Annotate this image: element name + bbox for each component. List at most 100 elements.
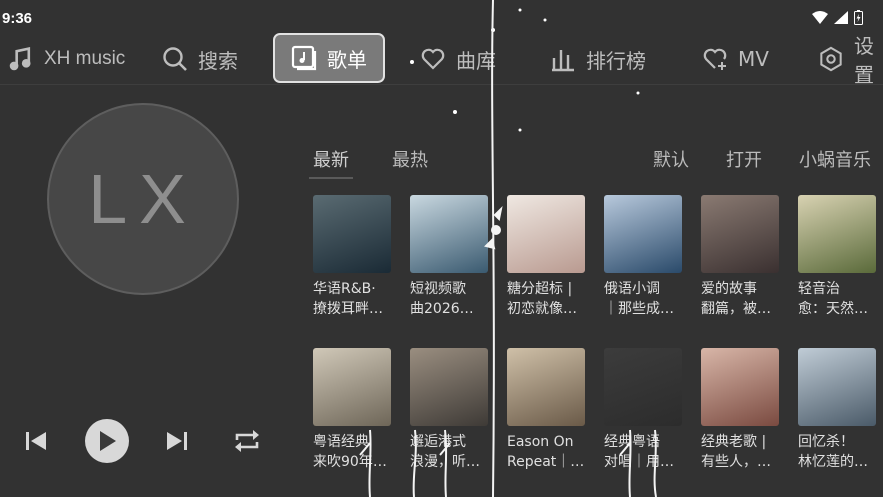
nav-playlists[interactable]: 歌单 [273, 33, 385, 83]
nav-search-label: 搜索 [198, 48, 238, 73]
playlist-cover-image [701, 348, 779, 426]
wifi-icon [812, 11, 828, 24]
playlist-title-line-2: 曲2026… [410, 301, 474, 317]
playlist-cover-image [313, 195, 391, 273]
playlist-title: 邂逅港式浪漫，听… [410, 432, 488, 472]
playlist-cover-image [798, 195, 876, 273]
playlist-tabs: 最新 最热 默认 打开 小蜗音乐 [309, 142, 883, 182]
playlist-title-line-2: ｜那些成… [604, 301, 674, 317]
playlist-title-line-1: Eason On [507, 434, 574, 450]
playlist-card[interactable]: Eason On Repeat｜… [507, 348, 585, 472]
tab-source-label: 小蜗音乐 [799, 150, 871, 171]
playlist-title-line-2: 林忆莲的… [798, 454, 868, 470]
playlist-cover-image [410, 195, 488, 273]
repeat-icon [235, 430, 259, 452]
playlist-title-line-2: 对唱｜用… [604, 454, 674, 470]
status-time: 9:36 [2, 10, 33, 27]
play-button[interactable] [85, 419, 129, 463]
playlist-title-line-1: 爱的故事 [701, 281, 757, 297]
tab-open-label: 打开 [726, 150, 762, 171]
playlist-title: 粤语经典来吹90年… [313, 432, 391, 472]
playlist-title-line-1: 经典粤语 [604, 434, 660, 450]
music-note-icon [8, 46, 34, 72]
tab-source[interactable]: 小蜗音乐 [799, 146, 871, 172]
playlist-title-line-2: 来吹90年… [313, 454, 387, 470]
tab-default[interactable]: 默认 [653, 146, 689, 172]
playlist-title-line-1: 华语R&B· [313, 281, 376, 297]
play-icon [100, 431, 116, 451]
skip-next-icon [167, 432, 187, 450]
playlist-title-line-1: 经典老歌 | [701, 434, 767, 450]
playlist-cover-image [410, 348, 488, 426]
search-icon [162, 46, 188, 72]
playlist-title-line-2: Repeat｜… [507, 454, 585, 470]
battery-icon [854, 10, 863, 25]
playlist-card[interactable]: 回忆杀！ 林忆莲的… [798, 348, 876, 472]
playlist-card[interactable]: 短视频歌曲2026… [410, 195, 488, 319]
nav-library-label: 曲库 [456, 48, 496, 73]
playlist-title-line-2: 浪漫，听… [410, 454, 480, 470]
tab-hottest[interactable]: 最热 [392, 146, 428, 172]
playlist-title-line-1: 回忆杀！ [798, 434, 854, 450]
playlist-card[interactable]: 轻音治 愈：天然… [798, 195, 876, 319]
playlist-cover-image [313, 348, 391, 426]
nav-settings-label: 设置 [854, 34, 874, 87]
playlist-title: 经典粤语对唱｜用… [604, 432, 682, 472]
app-brand[interactable]: XH music [8, 34, 125, 84]
playlist-card[interactable]: 俄语小调 ｜那些成… [604, 195, 682, 319]
player-controls [0, 415, 300, 465]
playlist-title: 短视频歌曲2026… [410, 279, 488, 319]
tab-hottest-label: 最热 [392, 150, 428, 171]
nav-mv-label: MV [738, 47, 769, 71]
playlist-card[interactable]: 爱的故事 翻篇，被… [701, 195, 779, 319]
playlist-icon [291, 45, 317, 71]
tab-open[interactable]: 打开 [726, 146, 762, 172]
playlist-card[interactable]: 华语R&B· 撩拨耳畔… [313, 195, 391, 319]
status-icons [812, 10, 863, 25]
playlist-title-line-2: 有些人，… [701, 454, 771, 470]
playlist-card[interactable]: 糖分超标 | 初恋就像… [507, 195, 585, 319]
active-tab-indicator [309, 177, 353, 179]
playlist-title: 华语R&B· 撩拨耳畔… [313, 279, 391, 319]
playlist-title-line-1: 俄语小调 [604, 281, 660, 297]
status-bar: 9:36 [0, 0, 883, 34]
playlist-title-line-1: 糖分超标 | [507, 281, 573, 297]
nav-playlists-label: 歌单 [327, 47, 367, 72]
playlist-title-line-2: 初恋就像… [507, 301, 577, 317]
playlist-title: Eason On Repeat｜… [507, 432, 585, 472]
playlist-title-line-2: 愈：天然… [798, 301, 868, 317]
skip-previous-icon [26, 432, 46, 450]
nav-charts-label: 排行榜 [586, 48, 646, 73]
playlist-title-line-2: 撩拨耳畔… [313, 301, 383, 317]
profile-avatar[interactable]: LX [47, 103, 239, 295]
playlist-cover-image [507, 348, 585, 426]
playlist-title: 轻音治 愈：天然… [798, 279, 876, 319]
playlist-title-line-1: 粤语经典 [313, 434, 369, 450]
nav-charts[interactable]: 排行榜 [550, 34, 646, 84]
playlist-card[interactable]: 经典老歌 | 有些人，… [701, 348, 779, 472]
tab-latest-label: 最新 [313, 150, 349, 171]
heart-icon [420, 46, 446, 72]
nav-settings[interactable]: 设置 [818, 34, 883, 87]
playlist-title-line-1: 邂逅港式 [410, 434, 466, 450]
playlist-title-line-1: 短视频歌 [410, 281, 466, 297]
playlist-cover-image [701, 195, 779, 273]
playlist-card[interactable]: 邂逅港式浪漫，听… [410, 348, 488, 472]
nav-search[interactable]: 搜索 [162, 34, 238, 84]
repeat-button[interactable] [230, 425, 264, 457]
playlist-cover-image [798, 348, 876, 426]
nav-mv[interactable]: MV [702, 34, 769, 84]
playlist-cover-image [507, 195, 585, 273]
playlist-title: 俄语小调 ｜那些成… [604, 279, 682, 319]
playlist-title: 经典老歌 | 有些人，… [701, 432, 779, 472]
previous-button[interactable] [22, 427, 50, 455]
profile-initials: LX [88, 160, 198, 238]
playlist-card[interactable]: 粤语经典来吹90年… [313, 348, 391, 472]
nav-library[interactable]: 曲库 [420, 34, 496, 84]
tab-latest[interactable]: 最新 [309, 146, 353, 179]
playlist-card[interactable]: 经典粤语对唱｜用… [604, 348, 682, 472]
playlist-cover-image [604, 195, 682, 273]
playlist-title: 爱的故事 翻篇，被… [701, 279, 779, 319]
top-nav: XH music 搜索 歌单 曲库 排行榜 MV 设置 [0, 33, 883, 87]
next-button[interactable] [163, 427, 191, 455]
